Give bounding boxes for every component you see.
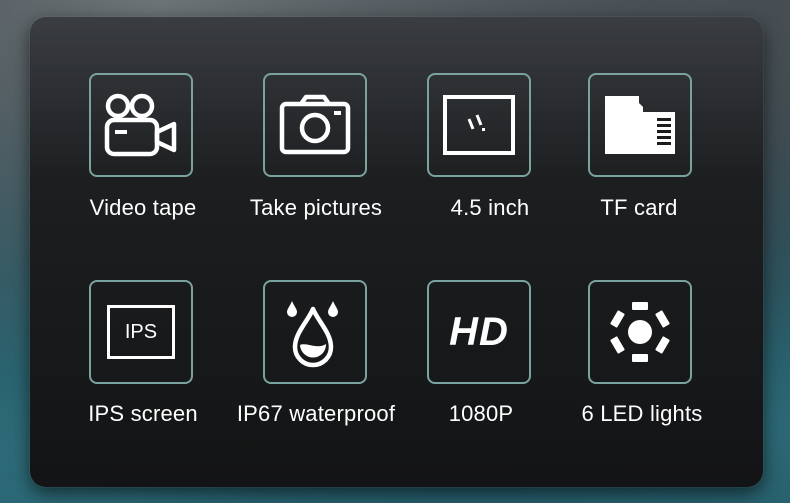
feature-tile-waterproof: [263, 280, 367, 384]
ips-icon-text: IPS: [124, 320, 158, 343]
feature-label: IP67 waterproof: [236, 401, 396, 426]
feature-tile-led: [588, 280, 692, 384]
tf-card-icon: [605, 96, 675, 154]
video-camera-icon: [104, 93, 177, 157]
feature-tile-tf-card: [588, 73, 692, 177]
led-lights-icon: [610, 302, 670, 362]
feature-label: IPS screen: [88, 401, 198, 426]
feature-label: 1080P: [448, 401, 514, 426]
feature-tile-video: [89, 73, 193, 177]
feature-label: TF card: [600, 195, 678, 220]
photo-camera-icon: [279, 94, 351, 155]
feature-tile-screen-size: [427, 73, 531, 177]
feature-tile-ips: IPS: [89, 280, 193, 384]
waterdrop-icon: [287, 301, 338, 368]
hd-icon: HD: [449, 309, 509, 354]
screen-size-icon: [443, 95, 515, 155]
feature-label: Take pictures: [249, 195, 383, 220]
feature-label: Video tape: [89, 195, 197, 220]
feature-tile-pictures: [263, 73, 367, 177]
feature-label: 6 LED lights: [581, 401, 703, 426]
ips-screen-icon: IPS: [107, 305, 175, 359]
feature-label: 4.5 inch: [450, 195, 530, 220]
feature-tile-hd: HD: [427, 280, 531, 384]
